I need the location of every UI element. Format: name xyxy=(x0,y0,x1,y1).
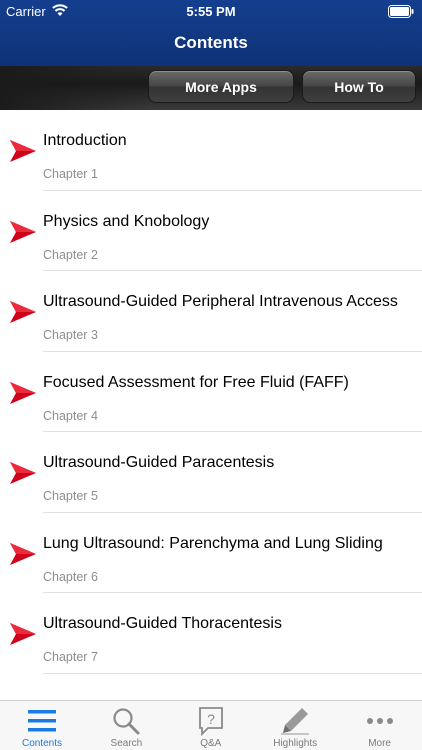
question-icon: ? xyxy=(198,707,223,736)
chapter-title: Ultrasound-Guided Peripheral Intravenous… xyxy=(43,293,398,310)
status-time: 5:55 PM xyxy=(186,4,236,19)
list-item[interactable]: Introduction Chapter 1 xyxy=(0,110,422,191)
list-item[interactable] xyxy=(0,674,422,701)
red-arrow-icon xyxy=(10,542,36,565)
tab-bar: Contents Search ? Q&A Highlights More xyxy=(0,700,422,750)
list-item[interactable]: Ultrasound-Guided Paracentesis Chapter 5 xyxy=(0,432,422,513)
status-bar: Carrier 5:55 PM xyxy=(0,0,422,24)
chapter-number: Chapter 2 xyxy=(43,247,98,262)
red-arrow-icon xyxy=(10,220,36,243)
red-arrow-icon xyxy=(10,301,36,323)
red-arrow-icon xyxy=(10,623,36,645)
chapter-number: Chapter 7 xyxy=(43,650,98,664)
battery-icon xyxy=(388,5,414,18)
tab-label: Search xyxy=(110,738,143,749)
chapter-title: Ultrasound-Guided Thoracentesis xyxy=(43,615,282,632)
chapter-title: Physics and Knobology xyxy=(43,212,210,230)
ellipsis-icon xyxy=(366,718,393,724)
toolbar: More Apps How To xyxy=(0,66,422,110)
chapter-number: Chapter 1 xyxy=(43,167,98,181)
tab-more[interactable]: More xyxy=(338,701,422,750)
list-item[interactable]: Lung Ultrasound: Parenchyma and Lung Sli… xyxy=(0,513,422,593)
search-icon xyxy=(113,708,140,735)
navigation-bar: Carrier 5:55 PM Contents xyxy=(0,0,422,66)
red-arrow-icon xyxy=(10,140,36,162)
tab-label: More xyxy=(368,738,391,749)
chapter-number: Chapter 5 xyxy=(43,489,98,503)
svg-text:?: ? xyxy=(207,711,215,727)
chapter-list: Introduction Chapter 1 Physics and Knobo… xyxy=(0,110,422,700)
tab-label: Highlights xyxy=(273,738,318,749)
list-icon xyxy=(28,710,56,732)
chapter-title: Lung Ultrasound: Parenchyma and Lung Sli… xyxy=(43,534,383,552)
tab-search[interactable]: Search xyxy=(84,701,168,750)
list-item[interactable]: Ultrasound-Guided Peripheral Intravenous… xyxy=(0,271,422,352)
chapter-title: Ultrasound-Guided Paracentesis xyxy=(43,454,275,471)
page-title: Contents xyxy=(174,33,248,52)
tab-highlights[interactable]: Highlights xyxy=(253,701,337,750)
chapter-title: Introduction xyxy=(43,132,127,149)
more-apps-button[interactable]: More Apps xyxy=(148,70,294,103)
tab-contents[interactable]: Contents xyxy=(0,701,84,750)
tab-qa[interactable]: ? Q&A xyxy=(169,701,253,750)
red-arrow-icon xyxy=(10,462,36,484)
list-item[interactable]: Physics and Knobology Chapter 2 xyxy=(0,191,422,271)
chapter-number: Chapter 6 xyxy=(43,569,98,584)
list-item[interactable]: Focused Assessment for Free Fluid (FAFF)… xyxy=(0,352,422,432)
chapter-title: Focused Assessment for Free Fluid (FAFF) xyxy=(43,373,349,391)
red-arrow-icon xyxy=(10,381,36,404)
list-item[interactable]: Ultrasound-Guided Thoracentesis Chapter … xyxy=(0,593,422,674)
tab-label: Contents xyxy=(21,738,63,749)
chapter-number: Chapter 4 xyxy=(43,408,98,423)
tab-label: Q&A xyxy=(200,738,222,749)
how-to-button[interactable]: How To xyxy=(302,70,416,103)
pen-icon xyxy=(281,708,310,735)
chapter-number: Chapter 3 xyxy=(43,328,98,342)
